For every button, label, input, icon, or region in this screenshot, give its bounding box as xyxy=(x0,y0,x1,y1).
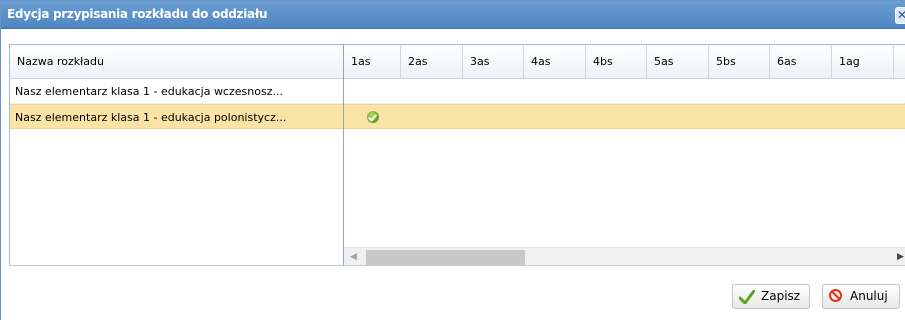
checkmark-icon xyxy=(739,290,755,304)
dialog-window: Edycja przypisania rozkładu do oddziału … xyxy=(0,0,905,320)
column-header-5bs[interactable]: 5bs xyxy=(709,45,770,78)
dialog-title: Edycja przypisania rozkładu do oddziału xyxy=(7,7,268,21)
cancel-button[interactable]: Anuluj xyxy=(822,284,900,309)
column-header-4bs[interactable]: 4bs xyxy=(586,45,647,78)
column-header-5as[interactable]: 5as xyxy=(647,45,709,78)
column-header-overflow xyxy=(894,45,905,78)
column-header-1ag[interactable]: 1ag xyxy=(832,45,894,78)
column-header-3as[interactable]: 3as xyxy=(463,45,524,78)
row-schedule-name: Nasz elementarz klasa 1 - edukacja wczes… xyxy=(15,85,283,98)
schedule-grid: Nazwa rozkładu 1as 2as 3as 4as 4bs 5as 5… xyxy=(9,44,905,265)
cancel-button-label: Anuluj xyxy=(850,289,888,303)
horizontal-scrollbar[interactable]: ◀ ▶ xyxy=(344,247,905,265)
scroll-left-arrow-icon[interactable]: ◀ xyxy=(350,252,357,262)
check-circle-icon[interactable] xyxy=(367,111,379,123)
row-schedule-name: Nasz elementarz klasa 1 - edukacja polon… xyxy=(15,111,287,124)
scroll-right-arrow-icon[interactable]: ▶ xyxy=(897,252,904,262)
table-row-selected[interactable]: Nasz elementarz klasa 1 - edukacja polon… xyxy=(10,104,905,129)
table-row[interactable]: Nasz elementarz klasa 1 - edukacja wczes… xyxy=(10,79,905,104)
column-header-6as[interactable]: 6as xyxy=(770,45,832,78)
scrollbar-thumb[interactable] xyxy=(366,250,525,265)
column-header-2as[interactable]: 2as xyxy=(401,45,463,78)
no-entry-icon xyxy=(829,289,842,302)
column-header-name[interactable]: Nazwa rozkładu xyxy=(10,45,344,78)
save-button-label: Zapisz xyxy=(761,289,801,303)
column-header-1as[interactable]: 1as xyxy=(344,45,401,78)
column-header-4as[interactable]: 4as xyxy=(524,45,586,78)
footer-divider xyxy=(9,265,905,266)
save-button[interactable]: Zapisz xyxy=(732,284,810,309)
dialog-title-bar[interactable]: Edycja przypisania rozkładu do oddziału … xyxy=(1,1,905,29)
close-icon[interactable]: ✕ xyxy=(895,7,905,24)
grid-header: Nazwa rozkładu 1as 2as 3as 4as 4bs 5as 5… xyxy=(10,45,905,79)
locked-column-divider xyxy=(343,45,344,265)
